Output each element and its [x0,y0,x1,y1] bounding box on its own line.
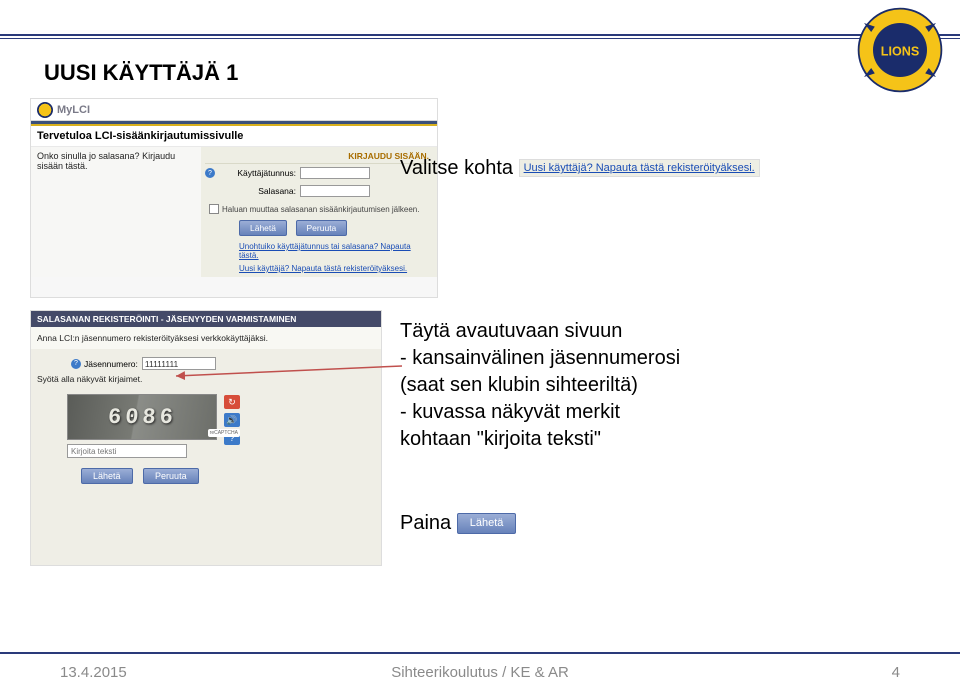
instr2-line3: (saat sen klubin sihteeriltä) [400,372,680,399]
screenshot-login: MyLCI Tervetuloa LCI-sisäänkirjautumissi… [30,98,438,298]
submit-button-sample: Lähetä [457,513,517,534]
captcha-text: 6086 [107,405,178,430]
slide-title: UUSI KÄYTTÄJÄ 1 [44,60,238,86]
register-instruction: Anna LCI:n jäsennumero rekisteröityäkses… [31,327,381,349]
instruction-step-1: Valitse kohta Uusi käyttäjä? Napauta täs… [400,155,760,182]
captcha-audio-icon[interactable]: 🔊 [224,413,240,427]
rule-top-thick [0,34,960,36]
submit-button[interactable]: Lähetä [239,220,287,236]
screenshot-register: SALASANAN REKISTERÖINTI - JÄSENYYDEN VAR… [30,310,382,566]
username-label: Käyttäjätunnus: [218,168,300,178]
instr2-line4: - kuvassa näkyvät merkit [400,399,680,426]
forgot-link[interactable]: Unohtuiko käyttäjätunnus tai salasana? N… [205,240,433,262]
rule-bottom [0,652,960,654]
newuser-link-sample: Uusi käyttäjä? Napauta tästä rekisteröit… [519,159,760,177]
register-cancel-button[interactable]: Peruuta [143,468,199,484]
help-icon[interactable]: ? [71,359,81,369]
instr2-line2: - kansainvälinen jäsennumerosi [400,345,680,372]
help-icon[interactable]: ? [205,168,215,178]
password-label: Salasana: [218,186,300,196]
recaptcha-badge: reCAPTCHA [208,429,240,437]
captcha-text-input[interactable]: Kirjoita teksti [67,444,187,458]
change-password-label: Haluan muuttaa salasanan sisäänkirjautum… [222,205,419,214]
mylci-brand: MyLCI [57,104,90,116]
newuser-link[interactable]: Uusi käyttäjä? Napauta tästä rekisteröit… [205,262,433,275]
instruction-step-2: Täytä avautuvaan sivuun - kansainvälinen… [400,318,680,453]
captcha-image: 6086 ↻ 🔊 ? reCAPTCHA [67,394,217,440]
mylci-header: MyLCI [31,99,437,121]
cancel-button[interactable]: Peruuta [296,220,348,236]
footer-center: Sihteerikoulutus / KE & AR [0,664,960,681]
welcome-heading: Tervetuloa LCI-sisäänkirjautumissivulle [31,126,437,147]
instr2-line1: Täytä avautuvaan sivuun [400,318,680,345]
membernum-input[interactable]: 11111111 [142,357,216,370]
username-input[interactable] [300,167,370,179]
lions-logo: LIONS [855,5,945,95]
membernum-label: Jäsennumero: [84,359,138,369]
instr3-text: Paina [400,512,451,534]
mylci-logo-icon [37,102,53,118]
captcha-widget: 6086 ↻ 🔊 ? reCAPTCHA [67,394,237,440]
rule-top-thin [0,38,960,39]
change-password-checkbox[interactable] [209,204,219,214]
instr1-text: Valitse kohta [400,157,513,179]
captcha-type-label: Syötä alla näkyvät kirjaimet. [37,374,375,384]
register-submit-button[interactable]: Lähetä [81,468,133,484]
footer-page-number: 4 [892,664,900,681]
svg-text:LIONS: LIONS [881,44,919,58]
instr2-line5: kohtaan "kirjoita teksti" [400,426,680,453]
register-bar-title: SALASANAN REKISTERÖINTI - JÄSENYYDEN VAR… [31,311,381,327]
captcha-refresh-icon[interactable]: ↻ [224,395,240,409]
instruction-step-3: Paina Lähetä [400,510,516,537]
password-input[interactable] [300,185,370,197]
login-panel-title: KIRJAUDU SISÄÄN. [205,149,433,164]
login-left-text: Onko sinulla jo salasana? Kirjaudu sisää… [31,147,201,277]
